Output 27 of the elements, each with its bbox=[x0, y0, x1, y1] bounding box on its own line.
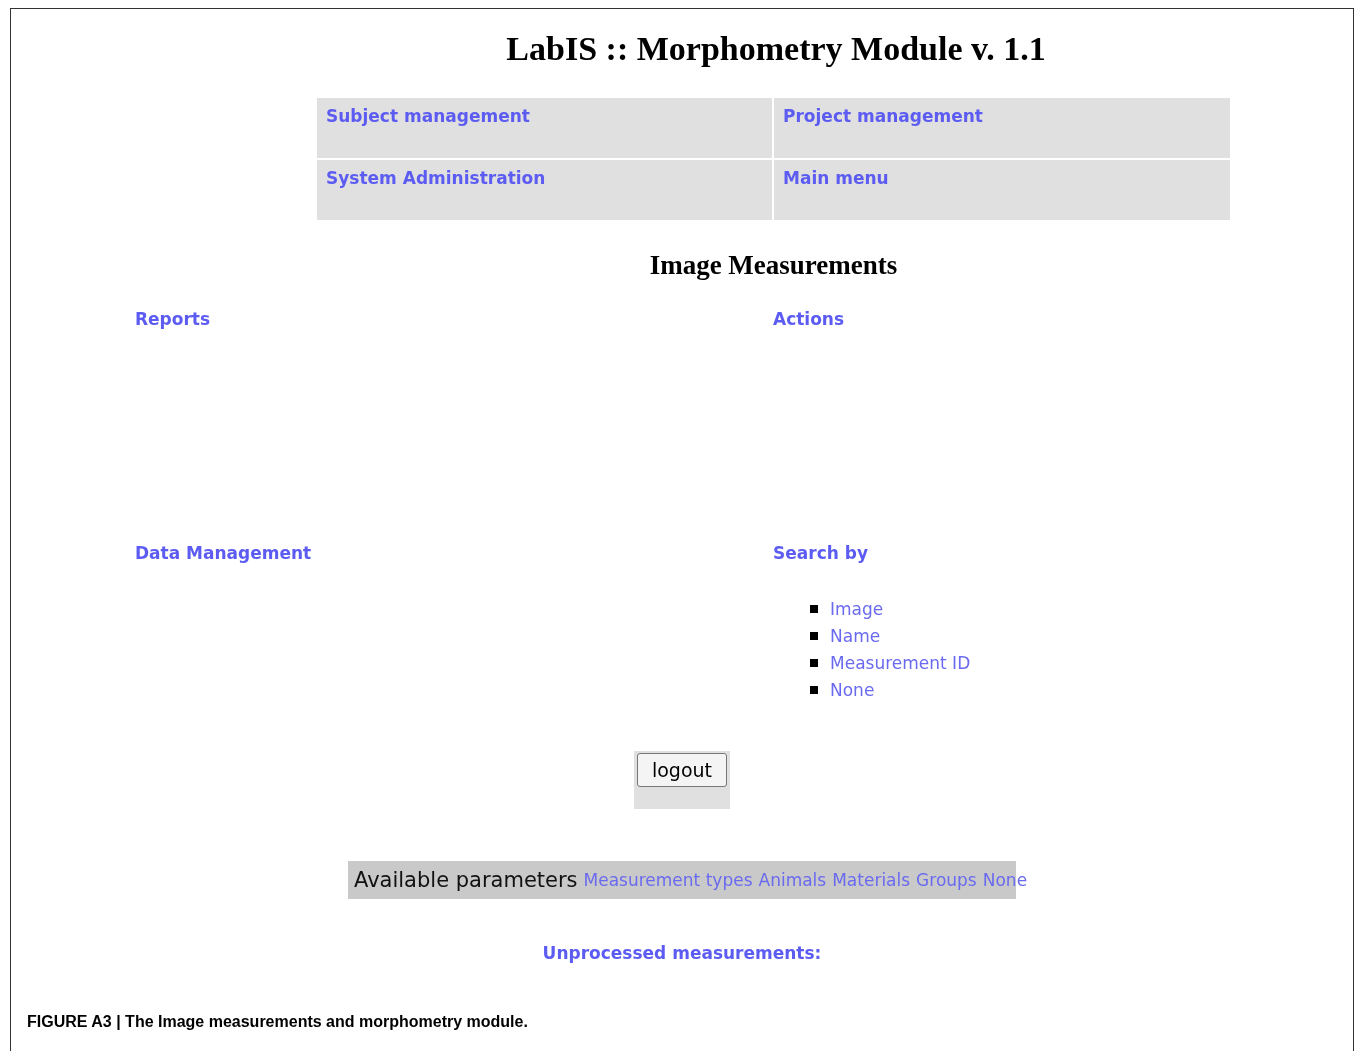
bullet-icon bbox=[810, 659, 818, 668]
bullet-icon bbox=[810, 605, 818, 614]
section-link[interactable]: Reports bbox=[135, 308, 773, 543]
search-link[interactable]: Image bbox=[830, 599, 884, 620]
nav-link[interactable]: Subject management bbox=[326, 105, 530, 126]
bullet-icon bbox=[810, 686, 818, 695]
parameter-link[interactable]: Measurement types bbox=[583, 869, 753, 890]
parameter-link[interactable]: Materials bbox=[832, 869, 911, 890]
search-link[interactable]: None bbox=[830, 680, 875, 701]
unprocessed-link[interactable]: Unprocessed measurements: bbox=[542, 942, 822, 963]
section-heading: Image Measurements bbox=[648, 249, 899, 281]
section-link[interactable]: Search by bbox=[773, 542, 868, 563]
nav-link[interactable]: Project management bbox=[783, 105, 983, 126]
figure-caption: FIGURE A3 | The Image measurements and morphometry module. bbox=[27, 1012, 529, 1031]
parameter-link[interactable]: Groups bbox=[916, 869, 977, 890]
parameters-label: Available parameters bbox=[354, 867, 578, 892]
logout-button[interactable]: logout bbox=[636, 752, 728, 787]
nav-link[interactable]: Main menu bbox=[783, 167, 889, 188]
bullet-icon bbox=[810, 632, 818, 641]
parameter-link[interactable]: Animals bbox=[758, 869, 827, 890]
page-title: LabIS :: Morphometry Module v. 1.1 bbox=[505, 29, 1047, 69]
search-link[interactable]: Name bbox=[830, 626, 881, 647]
section-link[interactable]: Data Management bbox=[135, 542, 312, 563]
search-link[interactable]: Measurement ID bbox=[830, 653, 971, 674]
section-link[interactable]: Actions bbox=[773, 308, 1173, 543]
parameter-link[interactable]: None bbox=[982, 869, 1028, 890]
nav-link[interactable]: System Administration bbox=[326, 167, 546, 188]
